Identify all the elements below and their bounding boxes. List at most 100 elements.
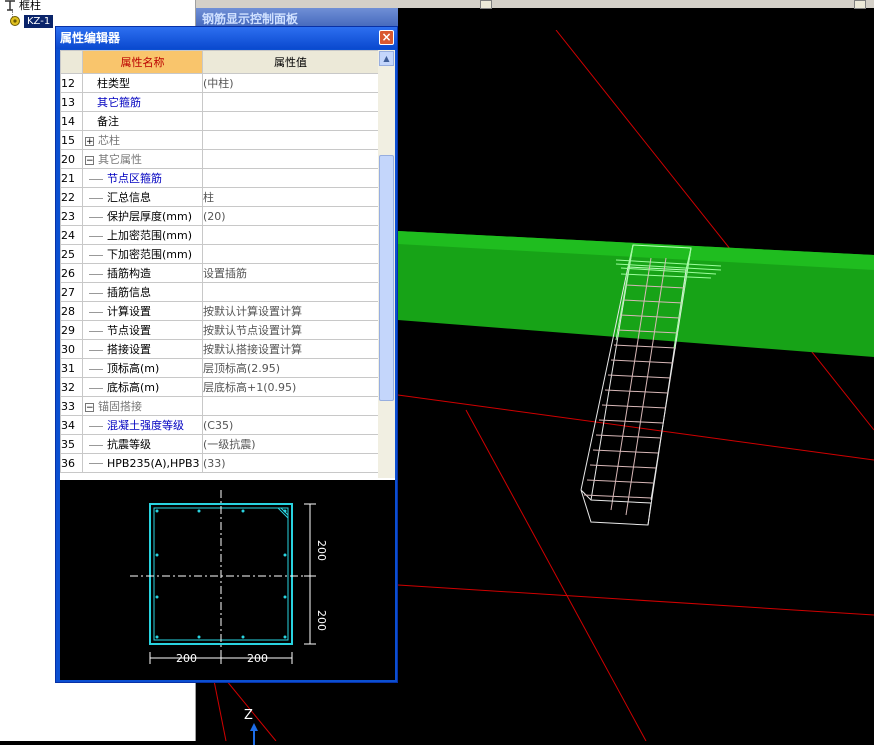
expand-icon[interactable]: + [85,136,94,146]
property-name[interactable]: − 其它属性 [82,149,203,169]
property-value[interactable]: 按默认计算设置计算 [202,301,379,321]
property-value[interactable] [202,149,379,169]
property-name[interactable]: − 锚固搭接 [82,396,203,416]
property-row[interactable]: 22 汇总信息 柱 [60,187,379,207]
tree-branch-line [89,444,103,446]
property-value[interactable]: 按默认搭接设置计算 [202,339,379,359]
property-row[interactable]: 28 计算设置 按默认计算设置计算 [60,301,379,321]
property-value[interactable]: 层底标高+1(0.95) [202,377,379,397]
property-row[interactable]: 15 + 芯柱 [60,130,379,150]
row-number: 33 [60,396,83,416]
property-value[interactable] [202,396,379,416]
property-name[interactable]: 柱类型 [82,73,203,93]
tree-branch-line [89,311,103,313]
property-value[interactable]: (20) [202,206,379,226]
property-row[interactable]: 14 备注 [60,111,379,131]
dialog-titlebar[interactable]: 属性编辑器 × [56,27,397,49]
property-value[interactable]: (一级抗震) [202,434,379,454]
property-value[interactable] [202,244,379,264]
property-name-label: 备注 [97,115,119,128]
property-name[interactable]: 搭接设置 [82,339,203,359]
property-name[interactable]: + 芯柱 [82,130,203,150]
property-name[interactable]: 插筋信息 [82,282,203,302]
section-preview: 200 200 200 200 [60,478,395,680]
property-name[interactable]: 节点设置 [82,320,203,340]
property-row[interactable]: 26 插筋构造 设置插筋 [60,263,379,283]
property-value[interactable]: (33) [202,453,379,473]
property-value[interactable]: 柱 [202,187,379,207]
row-number: 20 [60,149,83,169]
toolbar-button[interactable] [480,0,492,9]
row-number: 23 [60,206,83,226]
component-gear-icon [10,16,20,26]
property-row[interactable]: 27 插筋信息 [60,282,379,302]
property-row[interactable]: 13 其它箍筋 [60,92,379,112]
grid-line [555,30,874,431]
property-name[interactable]: 抗震等级 [82,434,203,454]
property-name[interactable]: HPB235(A),HPB3 [82,453,203,473]
column-section-drawing: 200 200 200 200 [130,490,328,665]
property-row[interactable]: 20− 其它属性 [60,149,379,169]
tree-node-root[interactable]: 框柱 [4,0,41,13]
vertical-scrollbar[interactable]: ▲ ▼ [378,50,395,502]
column-type-icon [5,0,15,11]
collapse-icon[interactable]: − [85,402,94,412]
property-row[interactable]: 35 抗震等级 (一级抗震) [60,434,379,454]
property-name[interactable]: 混凝土强度等级 [82,415,203,435]
row-number: 28 [60,301,83,321]
property-grid: 属性名称 属性值 12 柱类型 (中柱) 13 其它箍筋 14 备注 15 + 芯柱 20− 其它属性… [60,50,395,502]
property-row[interactable]: 36 HPB235(A),HPB3 (33) [60,453,379,473]
dim-text-bottom-right: 200 [247,652,268,665]
row-number: 26 [60,263,83,283]
scroll-up-icon[interactable]: ▲ [379,51,394,66]
property-value[interactable] [202,130,379,150]
property-name[interactable]: 其它箍筋 [82,92,203,112]
property-name[interactable]: 上加密范围(mm) [82,225,203,245]
property-value[interactable]: 设置插筋 [202,263,379,283]
property-value[interactable] [202,111,379,131]
property-row[interactable]: 32 底标高(m) 层底标高+1(0.95) [60,377,379,397]
property-value[interactable] [202,92,379,112]
property-name[interactable]: 节点区箍筋 [82,168,203,188]
column-header-name[interactable]: 属性名称 [82,50,203,74]
property-name[interactable]: 保护层厚度(mm) [82,206,203,226]
row-number: 15 [60,130,83,150]
property-row[interactable]: 12 柱类型 (中柱) [60,73,379,93]
close-button[interactable]: × [379,30,394,45]
axis-arrow-icon [250,723,258,745]
property-name[interactable]: 插筋构造 [82,263,203,283]
property-row[interactable]: 30 搭接设置 按默认搭接设置计算 [60,339,379,359]
row-number: 29 [60,320,83,340]
property-value[interactable]: (中柱) [202,73,379,93]
property-name-label: 抗震等级 [107,438,151,451]
tree-child-label: KZ-1 [24,14,54,28]
property-row[interactable]: 24 上加密范围(mm) [60,225,379,245]
row-number: 25 [60,244,83,264]
column-header-value[interactable]: 属性值 [202,50,379,74]
property-row[interactable]: 29 节点设置 按默认节点设置计算 [60,320,379,340]
toolbar-button[interactable] [854,0,866,9]
collapse-icon[interactable]: − [85,155,94,165]
property-name[interactable]: 下加密范围(mm) [82,244,203,264]
property-value[interactable] [202,168,379,188]
property-name[interactable]: 底标高(m) [82,377,203,397]
property-value[interactable] [202,282,379,302]
property-value[interactable] [202,225,379,245]
property-row[interactable]: 31 顶标高(m) 层顶标高(2.95) [60,358,379,378]
property-row[interactable]: 21 节点区箍筋 [60,168,379,188]
property-row[interactable]: 23 保护层厚度(mm) (20) [60,206,379,226]
property-row[interactable]: 34 混凝土强度等级 (C35) [60,415,379,435]
property-name[interactable]: 计算设置 [82,301,203,321]
tree-node-kz1[interactable]: KZ-1 [9,13,54,29]
property-value[interactable]: (C35) [202,415,379,435]
property-value[interactable]: 层顶标高(2.95) [202,358,379,378]
property-name[interactable]: 汇总信息 [82,187,203,207]
property-row[interactable]: 25 下加密范围(mm) [60,244,379,264]
scroll-thumb[interactable] [379,155,394,401]
property-row[interactable]: 33− 锚固搭接 [60,396,379,416]
property-name[interactable]: 顶标高(m) [82,358,203,378]
property-name-label: 其它属性 [98,153,142,166]
property-name-label: 顶标高(m) [107,362,160,375]
property-value[interactable]: 按默认节点设置计算 [202,320,379,340]
property-name[interactable]: 备注 [82,111,203,131]
